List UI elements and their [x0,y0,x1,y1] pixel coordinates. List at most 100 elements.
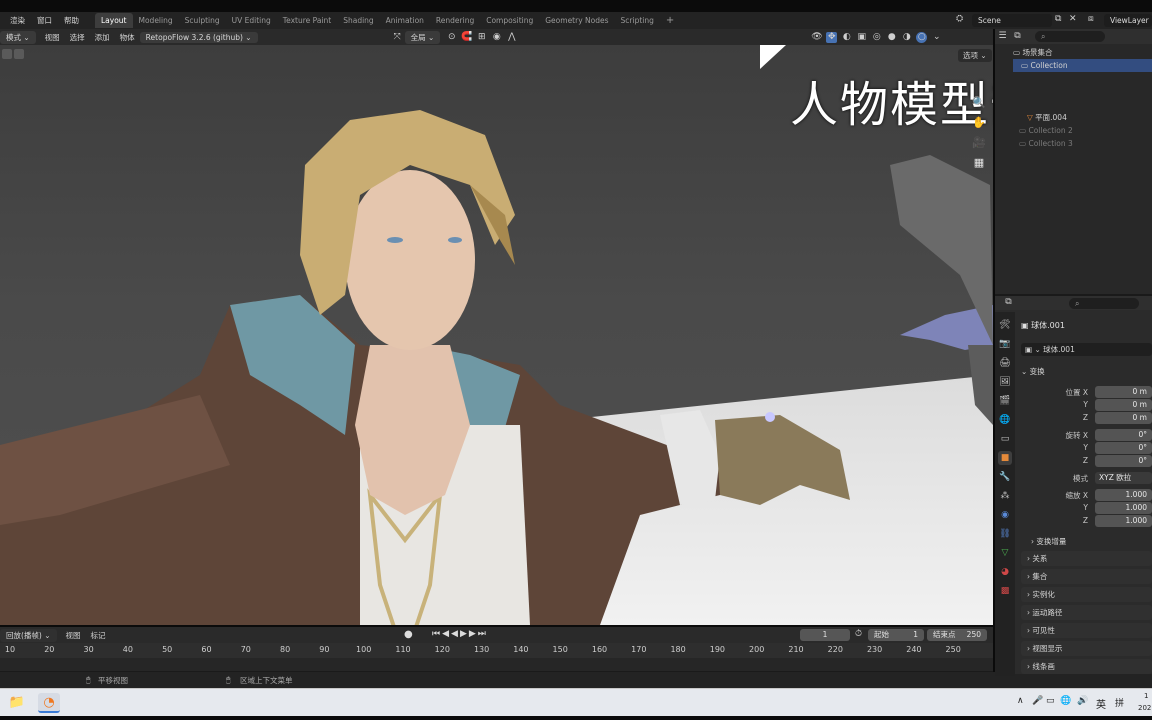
properties-editor-type-icon[interactable]: ⧉ [1003,297,1014,308]
proportional-edit-icon[interactable]: ◉ [491,32,502,43]
tab-compositing[interactable]: Compositing [480,13,539,28]
rotation-y-field[interactable]: 0° [1095,442,1152,454]
shading-rendered-icon[interactable]: ○ [916,31,928,43]
display-icon[interactable]: ▭ [1046,696,1055,706]
mode-dropdown[interactable]: 模式 ⌄ [0,30,36,44]
tool-tab-icon[interactable]: 🛠 [998,318,1012,332]
new-scene-icon[interactable]: ⧉ [1055,14,1061,24]
options-dropdown[interactable]: 选项 ⌄ [958,49,992,62]
tab-modeling[interactable]: Modeling [133,13,179,28]
camera-view-icon[interactable]: 🎥 [971,135,987,151]
particles-tab-icon[interactable]: ⁂ [998,489,1012,503]
shading-options-icon[interactable]: ⌄ [931,32,942,43]
location-y-field[interactable]: 0 m [1095,399,1152,411]
panel-visibility[interactable]: › 可见性 [1021,623,1152,638]
display-mode-icon[interactable]: ⧉ [1012,31,1023,42]
timeline-menu-view[interactable]: 视图 [61,630,86,641]
properties-search-input[interactable]: ⌕ [1069,298,1139,309]
3d-viewport[interactable]: 人物模型部分 选项 ⌄ 🔍 ✋ 🎥 ▦ [0,45,993,625]
delta-transform-header[interactable]: › 变换增量 [1031,536,1066,547]
outliner-row-collection-2[interactable]: ▭ Collection 2 [1013,124,1152,137]
close-icon[interactable]: ✕ [1069,14,1077,24]
tab-layout[interactable]: Layout [95,13,133,28]
menu-help[interactable]: 帮助 [58,15,85,26]
outliner-editor-type-icon[interactable]: ☰ [997,31,1008,42]
scene-selector[interactable]: Scene [972,14,1052,27]
tab-geometry-nodes[interactable]: Geometry Nodes [539,13,614,28]
texture-tab-icon[interactable]: ▩ [998,584,1012,598]
timeline-ruler[interactable]: 10 20 30 40 50 60 70 80 90 100 110 120 130 140 150 160 1… [0,643,993,658]
pivot-icon[interactable]: ⊙ [446,32,457,43]
panel-motion-paths[interactable]: › 运动路径 [1021,605,1152,620]
panel-relations[interactable]: › 关系 [1021,551,1152,566]
playback-controls-icon[interactable]: ⏮◀◀▶▶⏭ [432,629,488,639]
rotation-z-field[interactable]: 0° [1095,455,1152,467]
collection-tab-icon[interactable]: ▭ [998,432,1012,446]
microphone-icon[interactable]: 🎤 [1032,696,1043,706]
tab-scripting[interactable]: Scripting [615,13,660,28]
scale-y-field[interactable]: 1.000 [1095,502,1152,514]
rotation-mode-dropdown[interactable]: XYZ 欧拉 [1095,472,1152,484]
outliner-row-collection-3[interactable]: ▭ Collection 3 [1013,137,1152,150]
start-frame-field[interactable]: 起始 1 [868,629,924,641]
tab-shading[interactable]: Shading [337,13,379,28]
tab-sculpting[interactable]: Sculpting [179,13,226,28]
rotation-x-field[interactable]: 0° [1095,429,1152,441]
physics-tab-icon[interactable]: ◉ [998,508,1012,522]
file-explorer-icon[interactable]: 📁 [6,693,28,713]
location-z-field[interactable]: 0 m [1095,412,1152,424]
blender-app-icon[interactable]: ◔ [38,693,60,713]
pan-hand-icon[interactable]: ✋ [971,115,987,131]
output-tab-icon[interactable]: 🖨 [998,356,1012,370]
toolbar-toggle-icon[interactable] [2,49,12,59]
view-layer-tab-icon[interactable]: 🖼 [998,375,1012,389]
location-x-field[interactable]: 0 m [1095,386,1152,398]
shading-solid-icon[interactable]: ● [886,32,897,43]
menu-window[interactable]: 窗口 [31,15,58,26]
gizmo-icon[interactable]: ✥ [826,31,838,43]
transform-orientation-dropdown[interactable]: 全局 ⌄ [404,30,441,44]
playback-dropdown[interactable]: 回放(播帧) ⌄ [0,628,57,642]
outliner-search-input[interactable]: ⌕ [1035,31,1105,42]
object-tab-icon[interactable]: ■ [998,451,1012,465]
menu-object[interactable]: 物体 [115,32,140,43]
menu-select[interactable]: 选择 [65,32,90,43]
retopoflow-dropdown[interactable]: RetopoFlow 3.2.6 (github) ⌄ [139,31,258,43]
end-frame-field[interactable]: 结束点 250 [927,629,987,641]
overlay-icon[interactable]: ◐ [841,32,852,43]
panel-viewport-display[interactable]: › 视图显示 [1021,641,1152,656]
outliner-row-scene-collection[interactable]: ▭ 场景集合 [1013,46,1152,59]
transform-section-header[interactable]: ⌄ 变换 [1021,366,1045,377]
sidebar-toggle-icon[interactable] [14,49,24,59]
data-tab-icon[interactable]: ▽ [998,546,1012,560]
object-name-field[interactable]: ▣ ⌄ 球体.001 [1021,343,1152,356]
panel-instancing[interactable]: › 实例化 [1021,587,1152,602]
menu-view[interactable]: 视图 [40,32,65,43]
timeline-track[interactable] [0,658,993,672]
outliner-row-collection[interactable]: ▭ Collection [1013,59,1152,72]
clock-date[interactable]: 202 [1138,704,1151,712]
material-tab-icon[interactable]: ◕ [998,565,1012,579]
input-method-icon[interactable]: 拼 [1115,696,1124,709]
current-frame-field[interactable]: 1 [800,629,850,641]
scene-tab-icon[interactable]: 🎬 [998,394,1012,408]
scale-x-field[interactable]: 1.000 [1095,489,1152,501]
clock-time[interactable]: 1 [1144,692,1148,700]
panel-line-art[interactable]: › 线条画 [1021,659,1152,674]
volume-icon[interactable]: 🔊 [1077,696,1088,706]
xray-icon[interactable]: ▣ [856,32,867,43]
menu-add[interactable]: 添加 [90,32,115,43]
snap-icon[interactable]: 🧲 [461,32,472,43]
tab-rendering[interactable]: Rendering [430,13,480,28]
visibility-icon[interactable]: 👁 [811,32,822,43]
tray-expand-icon[interactable]: ∧ [1017,696,1024,706]
perspective-grid-icon[interactable]: ▦ [971,155,987,171]
menu-render[interactable]: 渲染 [4,15,31,26]
world-tab-icon[interactable]: 🌐 [998,413,1012,427]
network-icon[interactable]: 🌐 [1060,696,1071,706]
view-layer-selector[interactable]: ViewLayer [1104,14,1152,27]
zoom-icon[interactable]: 🔍 [971,95,987,111]
scale-z-field[interactable]: 1.000 [1095,515,1152,527]
ime-indicator[interactable]: 英 [1096,696,1106,711]
modifier-tab-icon[interactable]: 🔧 [998,470,1012,484]
